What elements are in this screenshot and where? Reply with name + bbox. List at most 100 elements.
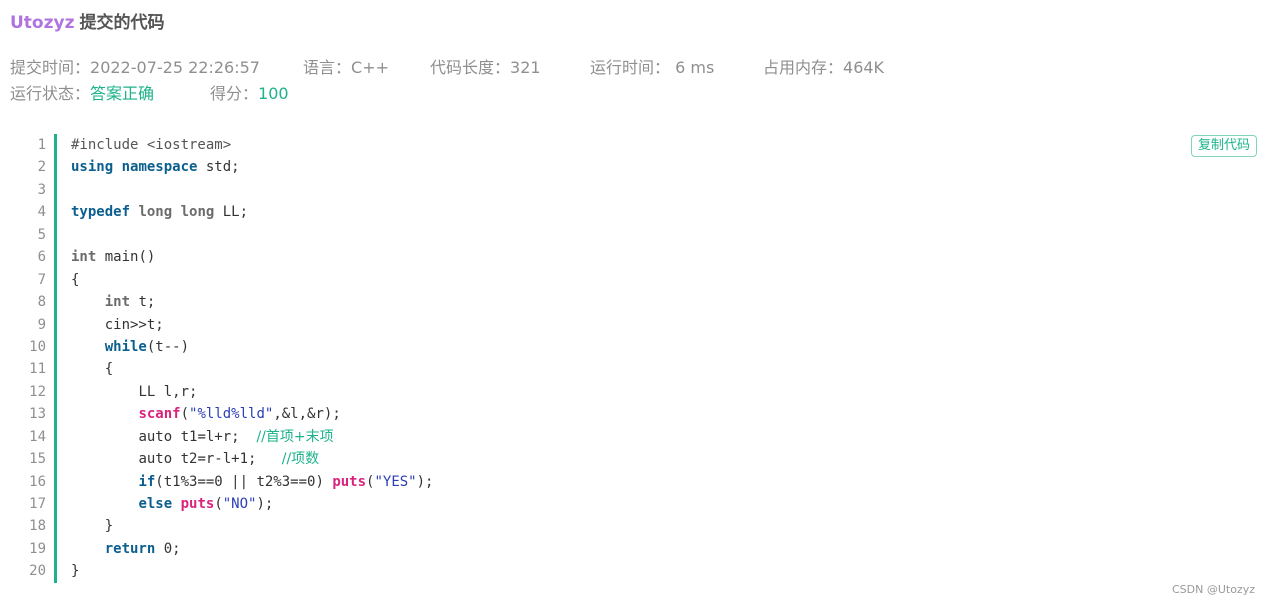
line-number: 15: [29, 451, 46, 468]
submit-time: 提交时间：2022-07-25 22:26:57: [10, 56, 260, 80]
code-line: while(t--): [71, 336, 433, 358]
code-line: }: [71, 560, 433, 582]
line-number: 20: [29, 563, 46, 580]
code-token: "NO": [222, 496, 257, 512]
line-number: 3: [37, 181, 46, 198]
code-token: namespace: [121, 159, 198, 176]
code-length-label: 代码长度：: [430, 58, 511, 77]
line-number-gutter: 1 2 3 4 5 6 7 8 9 10 11 12 13 14 15 16 1…: [10, 134, 57, 583]
code-token: (t1%3==0 || t2%3==0): [155, 473, 333, 490]
code-token: puts: [180, 496, 215, 512]
memory: 占用内存：464K: [763, 56, 884, 80]
code-token: ,&l,&r);: [273, 406, 341, 423]
page-title: Utozyz 提交的代码: [10, 10, 164, 36]
code-line: auto t1=l+r; //首项+末项: [71, 426, 433, 448]
code-token: t;: [130, 294, 156, 311]
code-line: #include <iostream>: [71, 134, 433, 156]
code-token: (: [214, 496, 223, 512]
code-token: else: [138, 496, 173, 512]
score: 得分：100: [210, 82, 289, 106]
code-line: using namespace std;: [71, 156, 433, 178]
code-token: auto t2=r-l+1;: [138, 451, 282, 468]
code-token: cin>>t;: [104, 316, 164, 333]
code-token: 0;: [155, 540, 181, 557]
code-token: }: [104, 518, 114, 535]
line-number: 13: [29, 406, 46, 423]
code-token: std;: [197, 159, 240, 176]
code-block: 1 2 3 4 5 6 7 8 9 10 11 12 13 14 15 16 1…: [10, 134, 1260, 584]
code-length-value: 321: [510, 58, 541, 77]
code-token: LL;: [214, 204, 249, 221]
submit-time-value: 2022-07-25 22:26:57: [90, 58, 260, 77]
language-label: 语言：: [303, 58, 352, 77]
score-value: 100: [258, 84, 289, 103]
code-line: else puts("NO");: [71, 493, 433, 515]
line-number: 17: [29, 496, 46, 512]
code-token: );: [256, 496, 274, 512]
memory-value: 464K: [843, 58, 885, 77]
watermark: CSDN @Utozyz: [1171, 583, 1255, 596]
line-number: 9: [37, 316, 46, 333]
code-token: {: [71, 271, 80, 288]
code-token: typedef: [71, 204, 131, 221]
code-line: }: [71, 515, 433, 537]
line-number: 5: [37, 226, 46, 243]
code-token: int: [71, 249, 97, 266]
code-line: int main(): [71, 246, 433, 268]
code-token: return: [104, 540, 156, 557]
code-token: scanf: [138, 406, 181, 423]
code-length: 代码长度：321: [430, 56, 541, 80]
code-token: #include <iostream>: [71, 137, 232, 153]
code-token: (: [180, 406, 190, 423]
line-number: 12: [29, 383, 46, 400]
code-token: }: [71, 563, 80, 580]
line-number: 19: [29, 540, 46, 557]
code-token: auto t1=l+r;: [138, 428, 257, 445]
line-number: 18: [29, 518, 46, 535]
line-number: 2: [37, 159, 46, 176]
language-value: C++: [351, 58, 389, 77]
code-comment: //首项+末项: [256, 428, 334, 445]
run-time-label: 运行时间：: [590, 58, 671, 77]
code-line: cin>>t;: [71, 314, 433, 336]
run-status: 运行状态：答案正确: [10, 82, 154, 106]
code-token: puts: [332, 473, 367, 490]
code-text: #include <iostream> using namespace std;…: [71, 134, 433, 583]
code-token: long long: [138, 204, 215, 221]
line-number: 10: [29, 338, 46, 355]
code-token: int: [104, 294, 131, 311]
line-number: 4: [37, 204, 46, 221]
code-token: );: [416, 473, 434, 490]
code-token: (t--): [146, 338, 190, 355]
code-token: if: [138, 473, 156, 490]
run-time-value: 6 ms: [670, 58, 715, 77]
copy-code-button[interactable]: 复制代码: [1191, 135, 1257, 157]
code-token: using: [71, 159, 114, 176]
code-line: {: [71, 269, 433, 291]
run-status-label: 运行状态：: [10, 84, 91, 103]
code-token: while: [104, 338, 147, 355]
line-number: 16: [29, 473, 46, 490]
code-token: "YES": [374, 473, 417, 490]
code-token: main(): [96, 249, 156, 266]
code-line: return 0;: [71, 538, 433, 560]
memory-label: 占用内存：: [763, 58, 844, 77]
line-number: 1: [37, 137, 46, 153]
code-comment: //项数: [281, 451, 320, 468]
code-line: scanf("%lld%lld",&l,&r);: [71, 403, 433, 425]
line-number: 6: [37, 249, 46, 266]
code-line: LL l,r;: [71, 381, 433, 403]
code-token: {: [104, 361, 114, 378]
line-number: 8: [37, 294, 46, 311]
code-line: {: [71, 358, 433, 380]
code-line: typedef long long LL;: [71, 201, 433, 223]
code-line: if(t1%3==0 || t2%3==0) puts("YES");: [71, 471, 433, 493]
code-token: "%lld%lld": [189, 406, 274, 423]
line-number: 11: [29, 361, 46, 378]
score-label: 得分：: [210, 84, 259, 103]
submit-time-label: 提交时间：: [10, 58, 91, 77]
run-time: 运行时间： 6 ms: [590, 56, 714, 80]
username-link[interactable]: Utozyz: [10, 13, 74, 33]
